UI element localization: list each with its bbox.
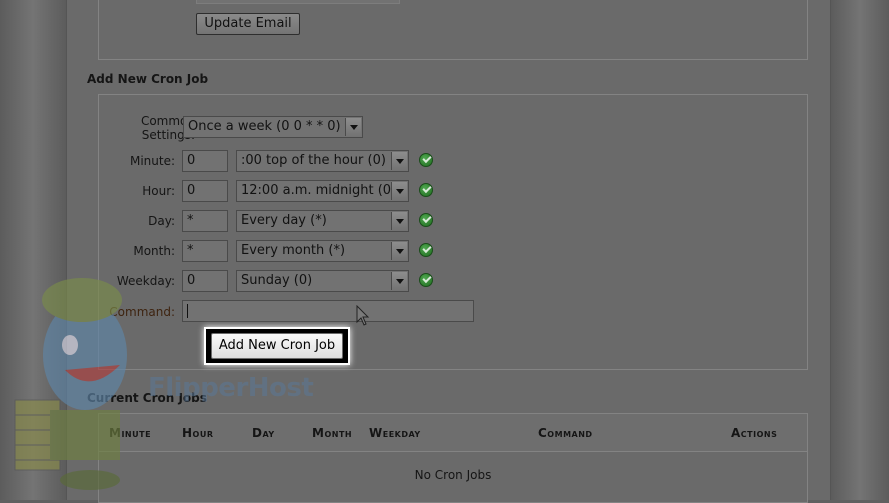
add-cron-title: Add New Cron Job	[87, 72, 209, 86]
minute-label: Minute:	[129, 154, 175, 168]
add-cron-button[interactable]: Add New Cron Job	[211, 333, 343, 359]
jobs-table-header: Minute Hour Day Month Weekday Command Ac…	[99, 414, 807, 452]
add-cron-button-highlight: Add New Cron Job	[204, 327, 350, 365]
chevron-down-icon[interactable]	[391, 182, 407, 200]
check-circle-icon	[419, 273, 433, 287]
minute-select[interactable]: :00 top of the hour (0)	[236, 150, 409, 172]
col-hour: Hour	[182, 426, 214, 440]
day-select-value: Every day (*)	[241, 213, 327, 228]
chevron-down-icon[interactable]	[391, 152, 407, 170]
mouse-pointer-icon	[356, 305, 370, 326]
mascot-watermark-icon	[14, 278, 127, 490]
hour-input[interactable]: 0	[182, 180, 228, 202]
col-month: Month	[312, 426, 353, 440]
month-input[interactable]: *	[182, 240, 228, 262]
background-right	[831, 0, 889, 500]
common-settings-select[interactable]: Once a week (0 0 * * 0)	[183, 116, 363, 138]
add-cron-panel: Common Settings: Once a week (0 0 * * 0)…	[98, 94, 808, 370]
weekday-input[interactable]: 0	[182, 270, 228, 292]
day-input[interactable]: *	[182, 210, 228, 232]
email-panel: Update Email	[98, 0, 808, 60]
check-circle-icon	[419, 243, 433, 257]
update-email-button[interactable]: Update Email	[196, 13, 300, 35]
brand-watermark: FlipperHost	[148, 373, 314, 403]
email-input[interactable]	[196, 0, 400, 4]
chevron-down-icon[interactable]	[391, 272, 407, 290]
command-input[interactable]	[182, 300, 474, 322]
day-label: Day:	[148, 214, 175, 228]
empty-jobs-message: No Cron Jobs	[414, 468, 492, 482]
text-caret	[187, 304, 188, 318]
check-circle-icon	[419, 153, 433, 167]
check-circle-icon	[419, 183, 433, 197]
minute-select-value: :00 top of the hour (0)	[241, 153, 386, 168]
col-day: Day	[252, 426, 275, 440]
content-page: Update Email Add New Cron Job Common Set…	[66, 0, 831, 503]
col-command: Command	[538, 426, 593, 440]
col-weekday: Weekday	[369, 426, 421, 440]
chevron-down-icon[interactable]	[345, 118, 361, 136]
weekday-select-value: Sunday (0)	[241, 273, 313, 288]
current-cron-panel: Minute Hour Day Month Weekday Command Ac…	[98, 413, 808, 503]
hour-select[interactable]: 12:00 a.m. midnight (0)	[236, 180, 409, 202]
chevron-down-icon[interactable]	[391, 212, 407, 230]
col-actions: Actions	[731, 426, 778, 440]
hour-label: Hour:	[142, 184, 175, 198]
chevron-down-icon[interactable]	[391, 242, 407, 260]
month-select[interactable]: Every month (*)	[236, 240, 409, 262]
month-label: Month:	[133, 244, 175, 258]
common-settings-value: Once a week (0 0 * * 0)	[188, 119, 341, 134]
hour-select-value: 12:00 a.m. midnight (0)	[241, 183, 397, 198]
month-select-value: Every month (*)	[241, 243, 346, 258]
day-select[interactable]: Every day (*)	[236, 210, 409, 232]
check-circle-icon	[419, 213, 433, 227]
minute-input[interactable]: 0	[182, 150, 228, 172]
weekday-select[interactable]: Sunday (0)	[236, 270, 409, 292]
